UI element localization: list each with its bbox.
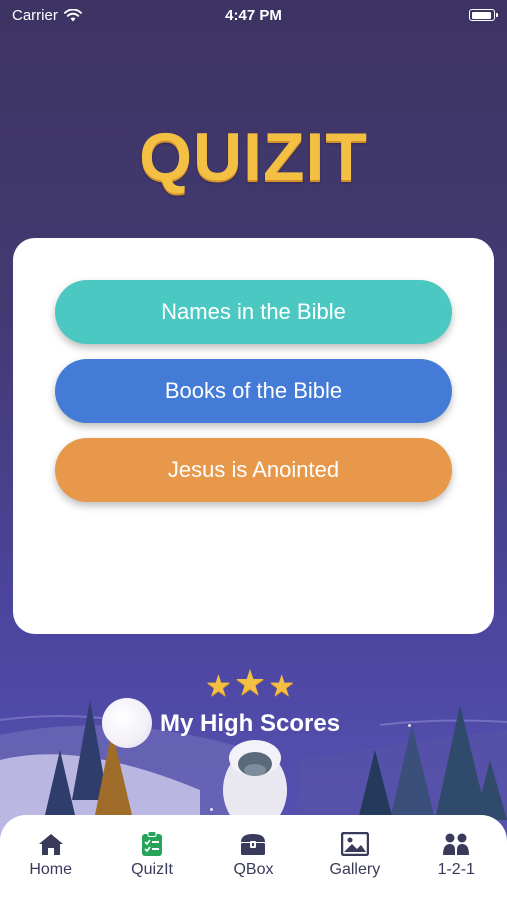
people-icon bbox=[442, 831, 470, 857]
high-score-stars: ★ ★ ★ bbox=[205, 666, 295, 702]
quiz-button-jesus-is-anointed[interactable]: Jesus is Anointed bbox=[55, 438, 452, 502]
quiz-card: Names in the Bible Books of the Bible Je… bbox=[13, 238, 494, 634]
tab-home[interactable]: Home bbox=[6, 831, 96, 879]
my-high-scores-button[interactable]: My High Scores bbox=[160, 710, 340, 738]
tab-bar: Home QuizIt QBox Gallery 1-2-1 bbox=[0, 815, 507, 900]
night-scene: ★ ★ ★ My High Scores bbox=[0, 640, 507, 840]
tab-1-2-1[interactable]: 1-2-1 bbox=[411, 831, 501, 879]
moon bbox=[102, 698, 152, 748]
tab-label-1-2-1: 1-2-1 bbox=[437, 861, 475, 878]
tab-gallery[interactable]: Gallery bbox=[310, 831, 400, 879]
star-icon: ★ bbox=[233, 663, 267, 704]
logo-text: QUIZIT bbox=[139, 119, 368, 195]
treasure-chest-icon bbox=[239, 831, 267, 857]
star-icon: ★ bbox=[205, 669, 232, 704]
sky-star bbox=[210, 808, 213, 811]
tab-label-quizit: QuizIt bbox=[131, 861, 173, 878]
app-logo: QUIZIT bbox=[0, 118, 507, 196]
star-icon: ★ bbox=[268, 669, 296, 704]
home-icon bbox=[37, 831, 65, 857]
quiz-button-books-of-the-bible[interactable]: Books of the Bible bbox=[55, 359, 452, 423]
image-icon bbox=[340, 831, 369, 857]
tab-label-home: Home bbox=[29, 861, 73, 878]
battery-icon bbox=[469, 9, 498, 21]
quiz-button-names-in-the-bible[interactable]: Names in the Bible bbox=[55, 280, 452, 344]
clipboard-checklist-icon bbox=[138, 831, 166, 857]
status-time: 4:47 PM bbox=[225, 6, 282, 24]
tab-label-qbox: QBox bbox=[233, 861, 274, 878]
tab-label-gallery: Gallery bbox=[329, 861, 381, 878]
status-bar: Carrier 4:47 PM bbox=[0, 0, 507, 30]
sky-star bbox=[408, 724, 411, 727]
tab-qbox[interactable]: QBox bbox=[208, 831, 298, 879]
tab-quizit[interactable]: QuizIt bbox=[107, 831, 197, 879]
